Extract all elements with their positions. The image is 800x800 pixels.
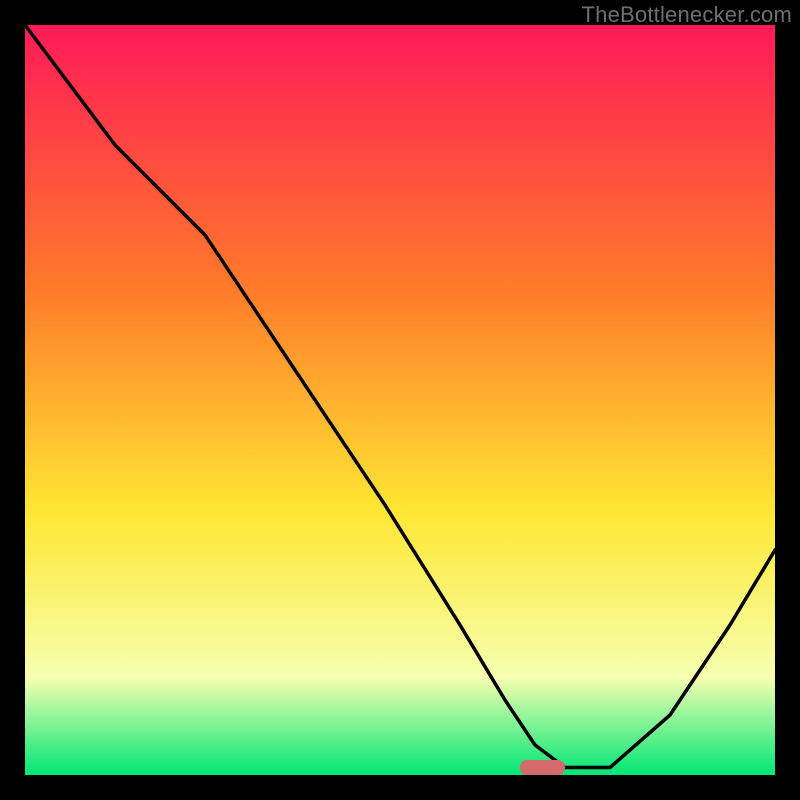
chart-frame [25,25,775,775]
watermark-text: TheBottlenecker.com [582,2,792,28]
target-marker [520,760,565,775]
chart-background [25,25,775,775]
chart-svg [25,25,775,775]
